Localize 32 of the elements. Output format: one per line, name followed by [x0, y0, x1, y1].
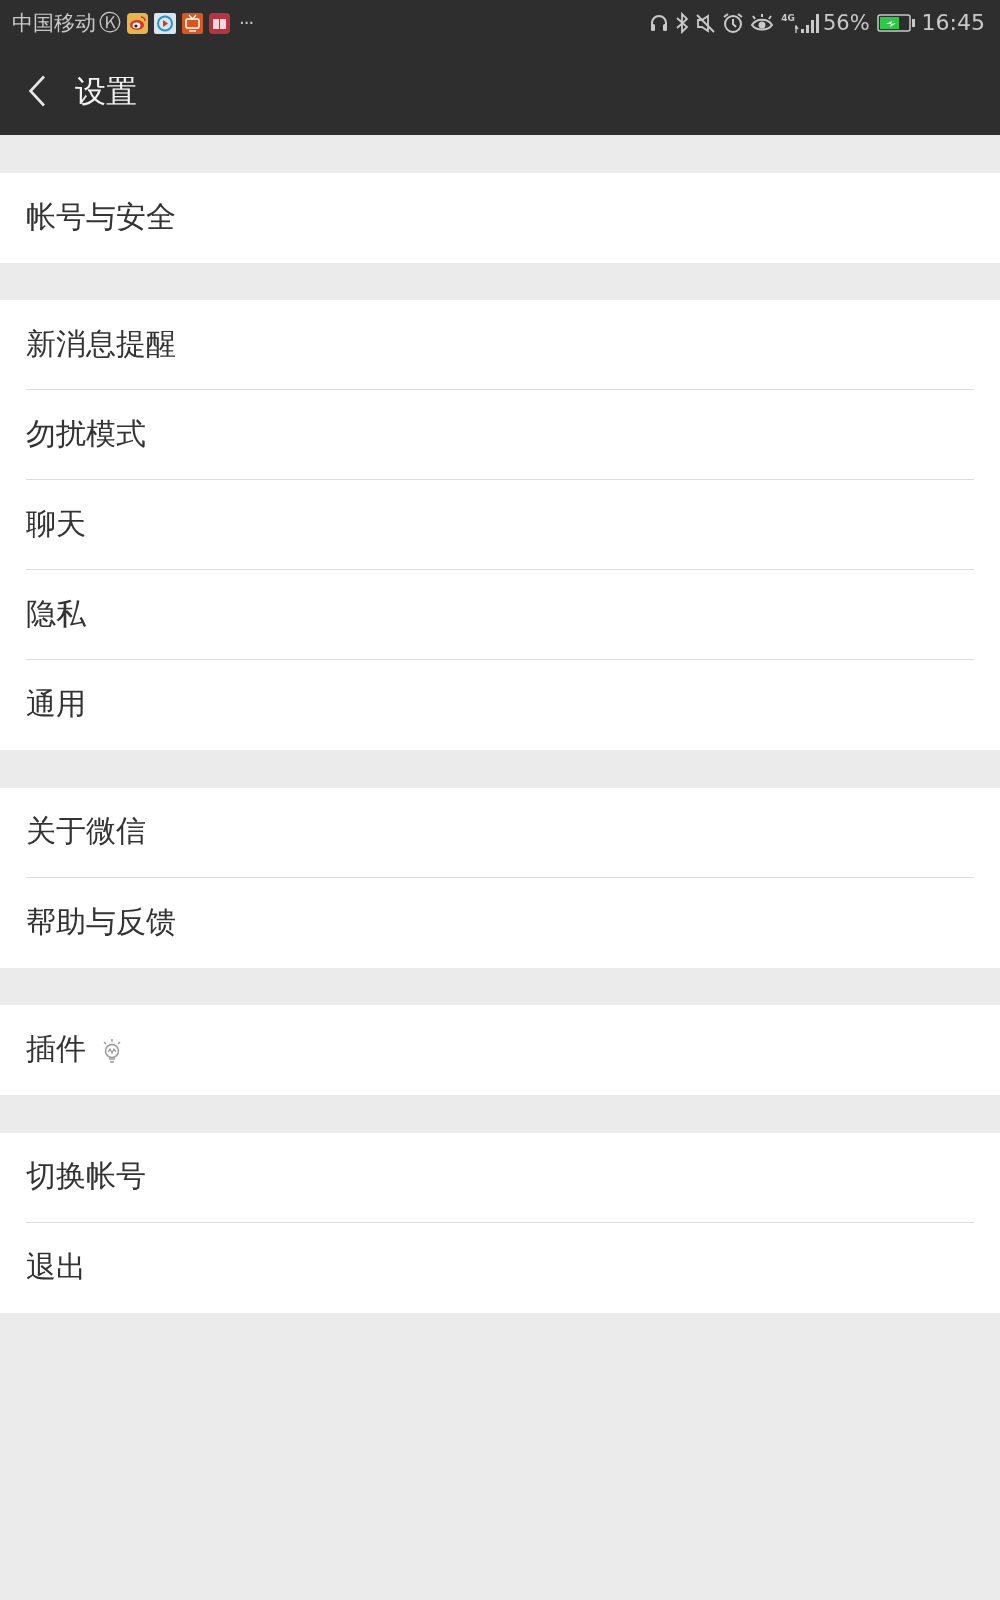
weibo-app-icon	[127, 12, 148, 34]
settings-item[interactable]: 退出	[0, 1222, 1000, 1313]
alarm-clock-icon	[722, 12, 745, 34]
settings-item[interactable]: 勿扰模式	[0, 390, 1000, 480]
settings-item[interactable]: 关于微信	[0, 787, 1000, 877]
signal-strength-icon	[794, 12, 819, 34]
book-app-icon	[209, 12, 230, 34]
tv-app-icon	[182, 12, 203, 34]
settings-item[interactable]: 帐号与安全	[0, 172, 1000, 263]
settings-item[interactable]: 聊天	[0, 480, 1000, 570]
charging-battery-icon	[876, 14, 915, 32]
circled-k-icon: Ⓚ	[99, 11, 121, 35]
battery-percentage: 56%	[822, 11, 870, 35]
network-type: 4G	[781, 13, 795, 23]
bluetooth-icon	[675, 12, 690, 34]
settings-item[interactable]: 帮助与反馈	[0, 877, 1000, 968]
muted-speaker-icon	[695, 12, 717, 34]
settings-item[interactable]: 插件	[0, 1005, 1000, 1096]
clock-time: 16:45	[921, 11, 985, 35]
settings-item[interactable]: 切换帐号	[0, 1132, 1000, 1222]
carrier-name: 中国移动	[12, 11, 96, 35]
eye-icon	[750, 13, 775, 33]
video-app-icon	[154, 12, 176, 34]
settings-item[interactable]: 隐私	[0, 570, 1000, 660]
settings-item[interactable]: 新消息提醒	[0, 300, 1000, 390]
headset-icon	[649, 13, 670, 33]
back-button[interactable]	[27, 73, 47, 108]
page-title: 设置	[75, 73, 137, 109]
lightbulb-icon	[101, 1037, 123, 1063]
settings-item[interactable]: 通用	[0, 660, 1000, 751]
chevron-left-icon	[28, 74, 46, 107]
more-notifications-icon: ···	[239, 13, 254, 33]
